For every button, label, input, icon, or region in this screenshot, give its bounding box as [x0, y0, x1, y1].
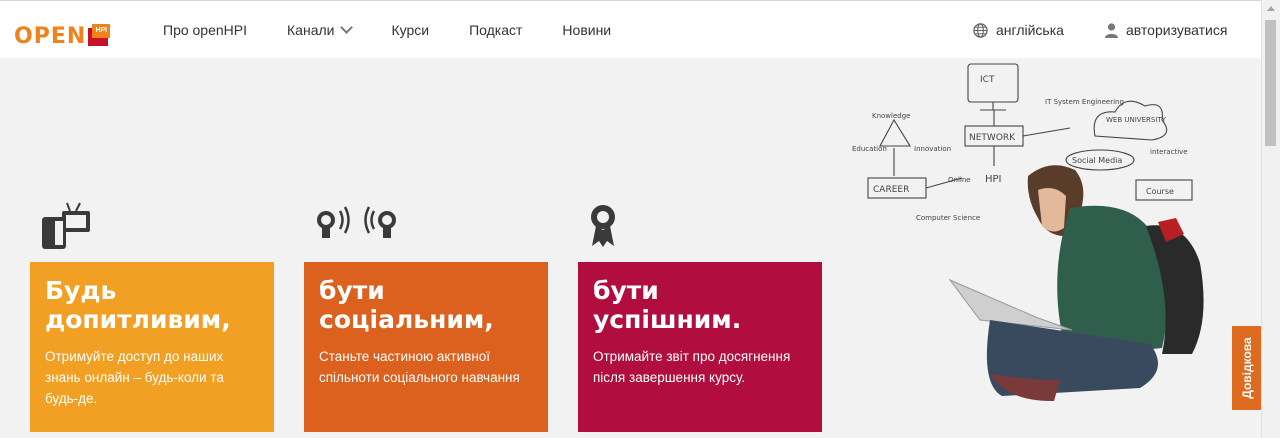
nav-courses[interactable]: Курси [391, 22, 429, 38]
nav-courses-label: Курси [391, 22, 430, 38]
hero-label-online: Online [948, 176, 971, 184]
nav-podcast[interactable]: Подкаст [469, 22, 522, 38]
logo-text: OPEN [14, 24, 87, 49]
nav-channels[interactable]: Канали [287, 21, 354, 38]
award-icon [591, 205, 615, 247]
hero-label-course: Course [1146, 187, 1174, 196]
feature-card-social: бути соціальним, Станьте частиною активн… [304, 262, 548, 432]
nav-channels-label: Канали [287, 22, 335, 38]
feedback-tab[interactable]: Довідкова [1232, 326, 1262, 410]
nav-about-label: Про openHPI [163, 22, 248, 38]
social-bulbs-icon [317, 206, 396, 238]
hero-illustration: ICT Knowledge Education Innovation NETWO… [852, 63, 1204, 402]
nav-podcast-label: Подкаст [469, 22, 523, 38]
login-link[interactable]: авторизуватися [1105, 1, 1227, 59]
feature-card-text: Отримуйте доступ до наших знань онлайн –… [45, 349, 224, 406]
feature-card-title: бути успішним. [593, 276, 742, 334]
globe-icon [973, 22, 988, 38]
scroll-up-arrow-icon[interactable] [1267, 6, 1275, 11]
hero-label-computer-science: Computer Science [916, 214, 980, 222]
nav-news[interactable]: Новини [562, 22, 611, 38]
feature-card-text: Станьте частиною активної спільноти соці… [319, 349, 520, 385]
hero-label-web-university: WEB UNIVERSITY [1106, 116, 1167, 124]
feedback-label: Довідкова [1240, 337, 1254, 399]
hero-label-social-media: Social Media [1072, 156, 1122, 165]
hero-label-innovation: Innovation [914, 145, 951, 153]
feature-card-curious: Будь допитливим, Отримуйте доступ до наш… [30, 262, 274, 432]
student-photo [948, 165, 1204, 402]
hero-label-network: NETWORK [969, 133, 1016, 143]
page-scrollbar[interactable] [1261, 0, 1280, 438]
chevron-down-icon [340, 21, 354, 34]
hero-label-interactive: interactive [1150, 148, 1188, 156]
top-navigation-bar: OPEN HPI Про openHPI Канали Курси Подкас… [0, 0, 1262, 58]
scrollbar-thumb[interactable] [1265, 20, 1276, 146]
feature-card-successful: бути успішним. Отримайте звіт про досягн… [578, 262, 822, 432]
feature-card-text: Отримайте звіт про досягнення після заве… [593, 349, 791, 385]
language-selector[interactable]: англійська [973, 1, 1064, 59]
openhpi-logo[interactable]: OPEN HPI [14, 21, 111, 49]
nav-news-label: Новини [562, 22, 612, 38]
language-label: англійська [996, 22, 1064, 38]
logo-mark: HPI [88, 24, 111, 46]
feature-card-title: бути соціальним, [319, 276, 494, 334]
feature-card-title: Будь допитливим, [45, 276, 231, 334]
hero-label-career: CAREER [873, 185, 909, 195]
hero-label-knowledge: Knowledge [872, 112, 910, 120]
nav-about[interactable]: Про openHPI [163, 22, 247, 38]
main-nav: Про openHPI Канали Курси Подкаст Новини [163, 1, 651, 59]
logo-badge: HPI [92, 24, 111, 38]
user-icon [1105, 22, 1118, 38]
hero-label-hpi: HPI [985, 174, 1002, 185]
hero-label-education: Education [852, 145, 887, 153]
login-label: авторизуватися [1126, 22, 1228, 38]
devices-icon [42, 202, 90, 249]
hero-label-it-system: IT System Engineering [1045, 98, 1124, 106]
hero-label-ict: ICT [980, 75, 995, 85]
